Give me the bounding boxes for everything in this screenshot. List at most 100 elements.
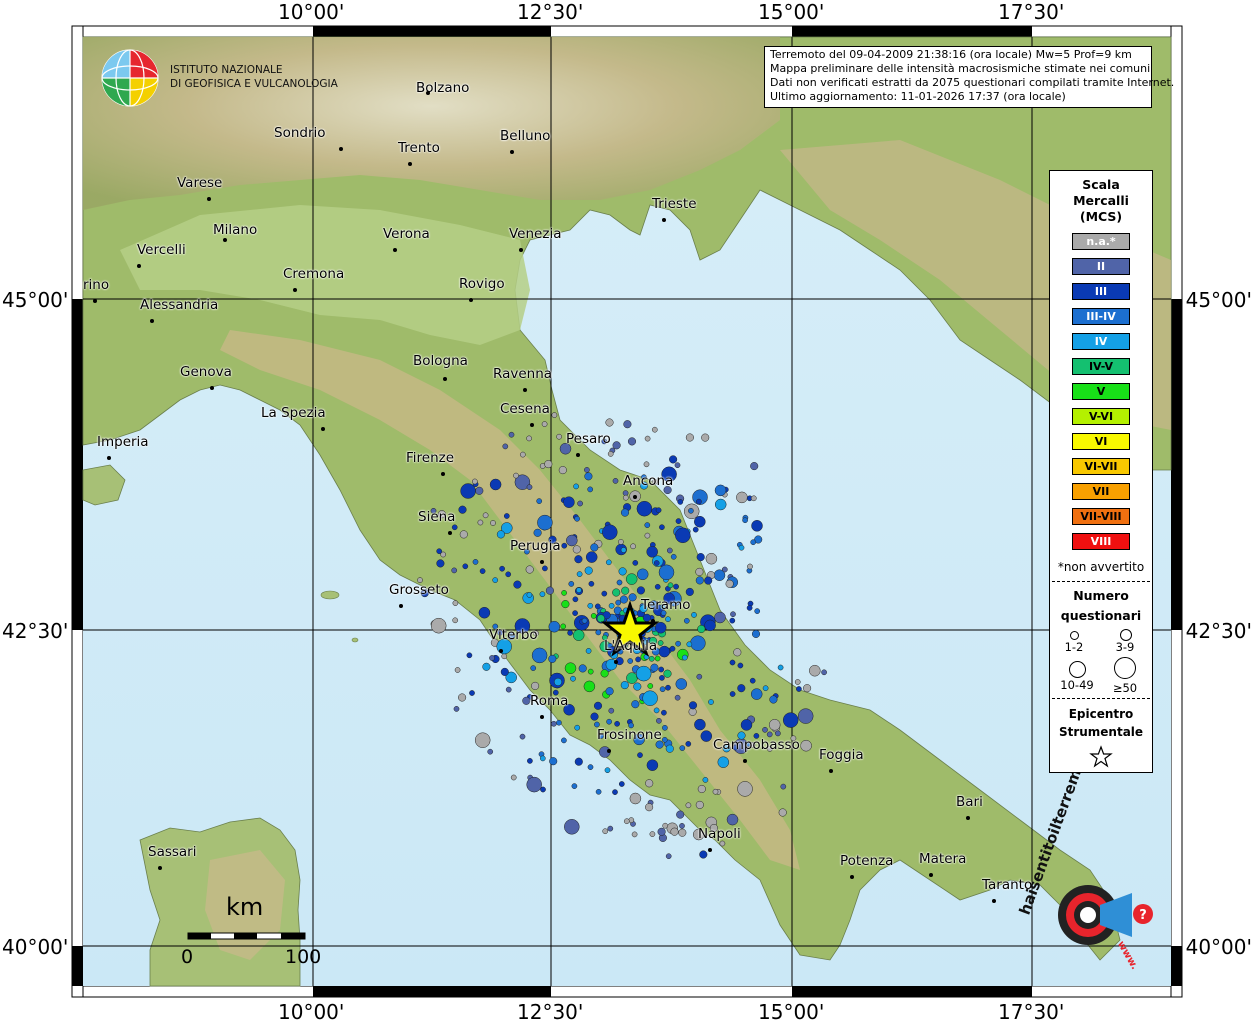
survey-point: [459, 530, 468, 539]
lat-label-left-2: 42°30': [2, 619, 69, 643]
lon-label-bottom-4: 17°30': [998, 1000, 1065, 1024]
survey-point: [584, 566, 593, 575]
survey-point: [670, 553, 677, 560]
city-marker-icon: [743, 759, 747, 763]
city-marker-icon: [519, 248, 523, 252]
survey-point: [658, 666, 665, 673]
survey-point: [623, 420, 632, 429]
survey-point: [499, 565, 505, 572]
survey-point: [436, 559, 445, 568]
survey-point: [730, 611, 736, 618]
legend-item-9: VI-VII: [1072, 458, 1130, 475]
city-label: rino: [83, 277, 110, 293]
survey-point: [522, 696, 531, 705]
survey-point: [654, 621, 667, 634]
survey-point: [460, 483, 476, 499]
survey-point: [590, 543, 599, 552]
survey-point: [737, 781, 753, 797]
survey-point: [608, 602, 615, 609]
survey-point: [539, 755, 546, 762]
survey-point: [657, 640, 664, 646]
legend-item-7: V-VI: [1072, 408, 1130, 425]
survey-point: [530, 665, 537, 671]
survey-point: [782, 712, 799, 728]
mercalli-legend: Scala Mercalli (MCS) n.a.* II III III-IV IV I…: [1049, 170, 1153, 773]
survey-point: [704, 576, 713, 585]
city-marker-icon: [137, 264, 141, 268]
survey-point: [572, 545, 581, 554]
survey-point: [797, 708, 814, 724]
epicenter-title-2: Strumentale: [1058, 725, 1144, 739]
city-label: Siena: [418, 509, 456, 525]
survey-point: [696, 498, 702, 505]
lat-label-left-1: 45°00': [2, 288, 69, 312]
survey-point: [618, 539, 624, 545]
survey-point: [607, 825, 614, 832]
survey-point: [451, 524, 458, 531]
survey-point: [536, 498, 543, 504]
survey-point: [714, 484, 727, 497]
survey-point: [647, 683, 654, 689]
survey-point: [568, 581, 575, 587]
city-label: Ancona: [623, 473, 674, 489]
survey-point: [556, 719, 562, 726]
survey-point: [615, 599, 622, 606]
lat-label-left-3: 40°00': [2, 935, 69, 959]
city-label: Trieste: [652, 196, 697, 212]
survey-point: [670, 827, 679, 836]
survey-point: [545, 586, 554, 595]
survey-point: [531, 647, 548, 664]
survey-point: [451, 567, 458, 574]
survey-point: [708, 699, 714, 705]
survey-point: [778, 808, 787, 817]
survey-point: [629, 792, 642, 805]
size-label-1-2: 1-2: [1064, 640, 1084, 654]
city-marker-icon: [510, 150, 514, 154]
survey-point: [458, 693, 467, 702]
survey-point: [655, 507, 662, 514]
lon-label-bottom-2: 12°30': [517, 1000, 584, 1024]
survey-point: [612, 441, 621, 450]
survey-point: [573, 483, 579, 490]
event-info-line2: Mappa preliminare delle intensità macros…: [770, 62, 1151, 75]
survey-point: [697, 784, 706, 794]
city-marker-icon: [469, 298, 473, 302]
survey-point: [454, 667, 461, 673]
survey-point: [653, 707, 660, 714]
survey-point: [525, 565, 534, 574]
survey-point: [794, 679, 801, 685]
survey-point: [631, 831, 638, 838]
survey-point: [519, 733, 526, 740]
survey-point: [612, 478, 619, 484]
city-marker-icon: [829, 769, 833, 773]
survey-point: [654, 655, 661, 662]
city-marker-icon: [223, 238, 227, 242]
survey-point: [623, 818, 630, 825]
survey-point: [630, 543, 636, 550]
survey-point: [636, 500, 653, 517]
survey-point: [593, 701, 603, 710]
survey-point: [602, 524, 618, 540]
survey-point: [548, 654, 557, 663]
city-label: Ravenna: [493, 366, 553, 382]
city-marker-icon: [966, 816, 970, 820]
city-marker-icon: [992, 899, 996, 903]
survey-point: [809, 664, 821, 677]
scale-min-label: 0: [181, 946, 194, 968]
survey-point: [489, 655, 495, 661]
survey-point: [614, 720, 620, 727]
survey-point: [606, 718, 612, 725]
survey-point: [681, 654, 688, 661]
city-marker-icon: [929, 873, 933, 877]
survey-point: [585, 648, 592, 654]
city-label: Trento: [398, 140, 440, 156]
survey-point: [539, 591, 546, 598]
survey-point: [627, 658, 634, 664]
survey-point: [526, 776, 542, 793]
survey-point: [620, 547, 627, 553]
city-marker-icon: [523, 388, 527, 392]
survey-point: [701, 433, 710, 442]
intensity-map: ? 10°00' 12°30' 15°00' 17°30' 10°00' 12°…: [0, 0, 1254, 1024]
scale-bar: [187, 932, 306, 940]
city-label: Napoli: [698, 826, 741, 842]
